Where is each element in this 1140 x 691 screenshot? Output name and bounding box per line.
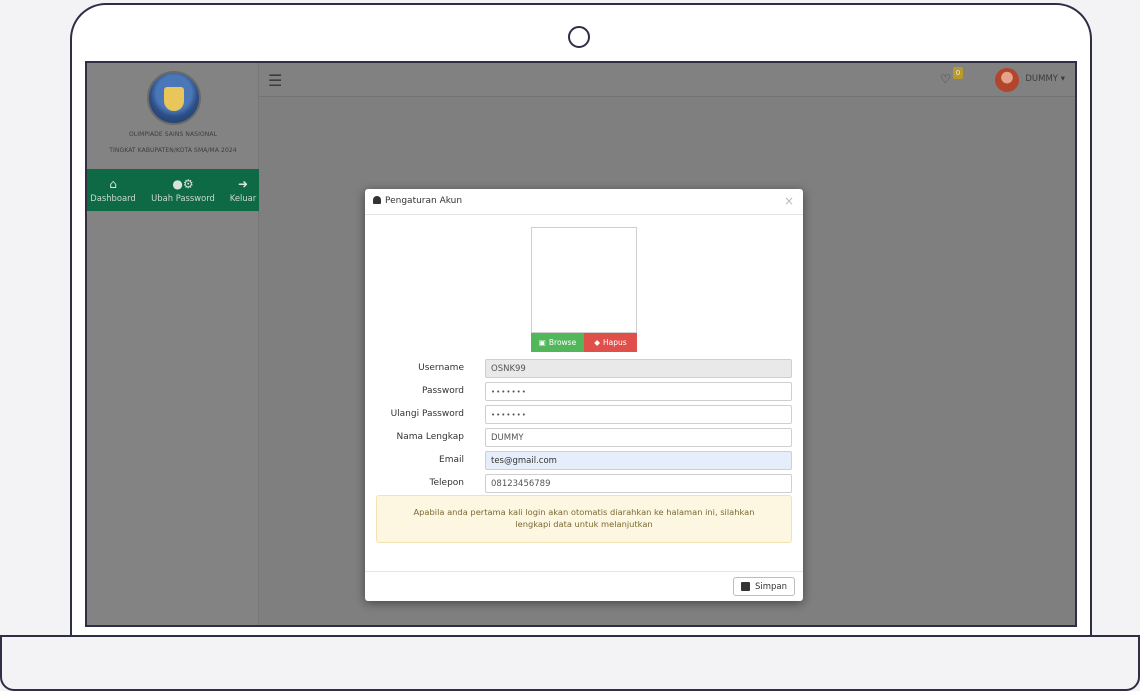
account-settings-modal: Pengaturan Akun × ▣ Browse ◆ Hapus Usernam… xyxy=(365,189,803,601)
form-row-nama-lengkap: Nama Lengkap DUMMY xyxy=(365,428,803,447)
laptop-base xyxy=(0,635,1140,691)
brand-line-2: TINGKAT KABUPATEN/KOTA SMA/MA 2024 xyxy=(109,147,237,154)
form-row-email: Email tes@gmail.com xyxy=(365,451,803,470)
nav-label: Ubah Password xyxy=(151,193,215,203)
close-icon[interactable]: × xyxy=(784,194,794,208)
sidebar-nav: ⌂ Dashboard ●​⚙ Ubah Password ➜ Keluar xyxy=(87,169,259,211)
floppy-disk-icon xyxy=(740,582,750,591)
laptop-mockup: OLIMPIADE SAINS NASIONAL TINGKAT KABUPAT… xyxy=(0,0,1140,691)
caret-down-icon: ▾ xyxy=(1060,74,1065,84)
user-icon xyxy=(373,196,381,204)
hapus-label: Hapus xyxy=(603,338,627,347)
sidebar: OLIMPIADE SAINS NASIONAL TINGKAT KABUPAT… xyxy=(87,63,259,625)
sign-out-icon: ➜ xyxy=(237,177,249,191)
nav-label: Dashboard xyxy=(90,193,136,203)
nama-lengkap-field[interactable]: DUMMY xyxy=(485,428,792,447)
hamburger-menu-icon[interactable]: ☰ xyxy=(268,71,282,90)
form-row-password: Password ••••••• xyxy=(365,382,803,401)
password-field[interactable]: ••••••• xyxy=(485,382,792,401)
form-row-username: Username OSNK99 xyxy=(365,359,803,378)
nav-item-keluar[interactable]: ➜ Keluar xyxy=(227,169,259,211)
username-label: Username xyxy=(418,363,464,373)
simpan-button[interactable]: Simpan xyxy=(732,577,795,596)
hapus-button[interactable]: ◆ Hapus xyxy=(584,333,637,352)
ulangi-password-field[interactable]: ••••••• xyxy=(485,405,792,424)
tut-wuri-logo-icon xyxy=(147,71,201,125)
form-row-ulangi-password: Ulangi Password ••••••• xyxy=(365,405,803,424)
username-field[interactable]: OSNK99 xyxy=(485,359,792,378)
nav-label: Keluar xyxy=(229,193,257,203)
modal-header: Pengaturan Akun × xyxy=(365,189,803,215)
webcam-icon xyxy=(568,26,590,48)
brand-line-1: OLIMPIADE SAINS NASIONAL xyxy=(128,131,218,138)
avatar[interactable] xyxy=(995,68,1019,92)
user-menu[interactable]: DUMMY ▾ xyxy=(1025,74,1065,84)
topbar: ☰ ♡ 0 DUMMY ▾ xyxy=(259,63,1075,97)
modal-title-text: Pengaturan Akun xyxy=(385,196,463,206)
modal-title: Pengaturan Akun xyxy=(373,196,462,206)
notification-badge: 0 xyxy=(953,67,963,79)
info-alert: Apabila anda pertama kali login akan oto… xyxy=(376,495,792,543)
nama-lengkap-label: Nama Lengkap xyxy=(396,432,464,442)
image-icon: ▣ xyxy=(538,338,546,347)
user-gear-icon: ●​⚙ xyxy=(172,177,194,191)
telepon-label: Telepon xyxy=(429,478,464,488)
email-label: Email xyxy=(439,455,464,465)
browse-label: Browse xyxy=(548,338,577,347)
nav-item-ubah-password[interactable]: ●​⚙ Ubah Password xyxy=(139,169,227,211)
app-screen: OLIMPIADE SAINS NASIONAL TINGKAT KABUPAT… xyxy=(85,61,1077,627)
telepon-field[interactable]: 08123456789 xyxy=(485,474,792,493)
nav-item-dashboard[interactable]: ⌂ Dashboard xyxy=(87,169,139,211)
eraser-icon: ◆ xyxy=(594,338,601,347)
home-icon: ⌂ xyxy=(109,177,117,191)
password-label: Password xyxy=(421,386,464,396)
profile-photo-preview xyxy=(531,227,637,333)
ulangi-password-label: Ulangi Password xyxy=(390,409,464,419)
simpan-label: Simpan xyxy=(754,581,787,592)
form-row-telepon: Telepon 08123456789 xyxy=(365,474,803,493)
modal-footer: Simpan xyxy=(365,571,803,601)
user-name: DUMMY xyxy=(1025,74,1059,84)
email-field[interactable]: tes@gmail.com xyxy=(485,451,792,470)
browse-button[interactable]: ▣ Browse xyxy=(531,333,584,352)
